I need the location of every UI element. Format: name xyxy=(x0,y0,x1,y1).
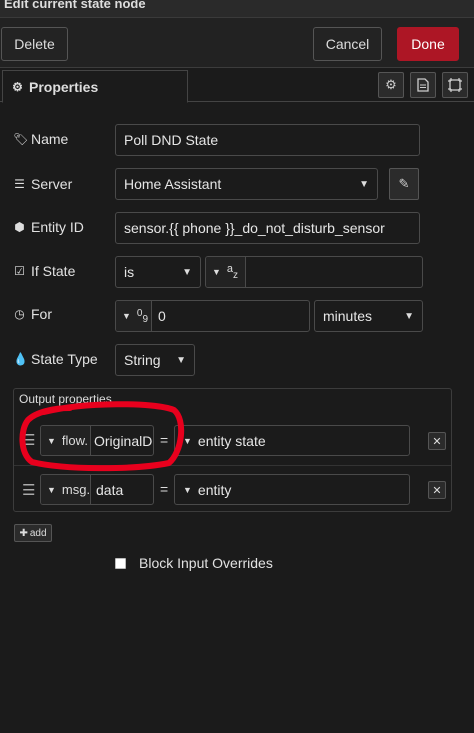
caret-down-icon: ▼ xyxy=(212,267,221,277)
if-state-operator-select[interactable]: is ▼ xyxy=(115,256,201,288)
name-label-text: Name xyxy=(31,131,69,147)
for-label-text: For xyxy=(31,306,52,322)
equals-sign: = xyxy=(160,481,169,497)
type-string-glyph-sub: z xyxy=(233,269,239,281)
server-label-text: Server xyxy=(31,176,73,192)
pencil-icon: ✎ xyxy=(398,176,410,191)
gear-icon: ⚙ xyxy=(12,79,23,94)
if-state-operator-value: is xyxy=(124,264,135,280)
cancel-button[interactable]: Cancel xyxy=(313,27,382,61)
window-title: Edit current state node xyxy=(4,0,146,11)
state-type-label: 💧 State Type xyxy=(13,351,98,367)
if-state-value-input[interactable]: ▼ az xyxy=(205,256,423,288)
title-bar: Edit current state node xyxy=(0,0,474,18)
annotation-circle xyxy=(19,401,185,472)
drag-handle-icon[interactable]: ☰ xyxy=(22,481,35,499)
add-label: add xyxy=(29,527,47,539)
remove-row-2-button[interactable]: ✕ xyxy=(428,481,446,499)
chevron-down-icon: ▼ xyxy=(176,355,186,366)
state-type-select[interactable]: String ▼ xyxy=(115,344,195,376)
entity-id-label-text: Entity ID xyxy=(31,219,84,235)
file-icon xyxy=(417,78,429,92)
toolbar: Delete Cancel Done xyxy=(0,18,474,68)
caret-down-icon: ▼ xyxy=(47,484,56,495)
for-value: 0 xyxy=(158,308,166,324)
tab-properties[interactable]: ⚙ Properties xyxy=(2,70,188,103)
clock-icon: ◷ xyxy=(14,307,25,321)
drop-icon: 💧 xyxy=(13,352,28,366)
frame-icon xyxy=(448,78,462,92)
add-output-button[interactable]: ✚ add xyxy=(14,524,52,542)
type-number-glyph-sub: 9 xyxy=(142,313,149,325)
delete-button[interactable]: Delete xyxy=(1,27,68,61)
server-icon: ☰ xyxy=(14,177,25,191)
caret-down-icon: ▼ xyxy=(183,484,192,495)
state-type-label-text: State Type xyxy=(31,351,98,367)
block-input-label: Block Input Overrides xyxy=(139,555,273,571)
output-row-2-type-select[interactable]: ▼ msg. xyxy=(41,475,91,504)
name-label: 🏷 Name xyxy=(13,131,68,147)
edit-server-button[interactable]: ✎ xyxy=(389,168,419,200)
settings-tab-button[interactable]: ⚙ xyxy=(378,72,404,98)
cube-icon: ⬢ xyxy=(14,220,25,234)
output-row-2-type: msg. xyxy=(61,482,91,497)
state-type-value: String xyxy=(124,352,161,368)
output-row-2-property[interactable]: ▼ msg. data xyxy=(40,474,154,505)
output-row-2-value: entity xyxy=(197,481,232,498)
for-value-input[interactable]: ▼ 09 0 xyxy=(115,300,310,332)
appearance-tab-button[interactable] xyxy=(442,72,468,98)
if-state-type-select[interactable]: ▼ az xyxy=(206,257,246,287)
server-label: ☰ Server xyxy=(13,176,72,192)
output-row-2-value-select[interactable]: ▼ entity xyxy=(174,474,410,505)
for-unit-select[interactable]: minutes ▼ xyxy=(314,300,423,332)
if-state-label: ☑ If State xyxy=(13,263,75,279)
gear-icon: ⚙ xyxy=(385,77,397,92)
close-icon: ✕ xyxy=(432,435,442,448)
if-state-label-text: If State xyxy=(31,263,76,279)
caret-down-icon: ▼ xyxy=(122,311,131,321)
description-tab-button[interactable] xyxy=(410,72,436,98)
tag-icon: 🏷 xyxy=(13,132,29,146)
entity-id-label: ⬢ Entity ID xyxy=(13,219,84,235)
for-label: ◷ For xyxy=(13,306,52,322)
name-input[interactable]: Poll DND State xyxy=(115,124,420,156)
output-row-1-value-select[interactable]: ▼ entity state xyxy=(174,425,410,456)
close-icon: ✕ xyxy=(432,484,442,497)
output-row-1-value: entity state xyxy=(197,432,266,449)
plus-icon: ✚ xyxy=(19,527,28,539)
output-row-2-property-value: data xyxy=(96,481,124,498)
for-type-select[interactable]: ▼ 09 xyxy=(116,301,152,331)
for-unit-value: minutes xyxy=(323,308,373,324)
chevron-down-icon: ▼ xyxy=(359,179,369,190)
tab-properties-label: Properties xyxy=(29,78,99,95)
chevron-down-icon: ▼ xyxy=(182,267,192,278)
check-square-icon: ☑ xyxy=(14,264,25,278)
done-button[interactable]: Done xyxy=(397,27,459,61)
chevron-down-icon: ▼ xyxy=(404,311,414,322)
remove-row-1-button[interactable]: ✕ xyxy=(428,432,446,450)
block-input-checkbox[interactable] xyxy=(115,558,126,569)
entity-id-input[interactable]: sensor.{{ phone }}_do_not_disturb_sensor xyxy=(115,212,420,244)
server-select[interactable]: Home Assistant ▼ xyxy=(115,168,378,200)
server-select-value: Home Assistant xyxy=(124,176,222,192)
